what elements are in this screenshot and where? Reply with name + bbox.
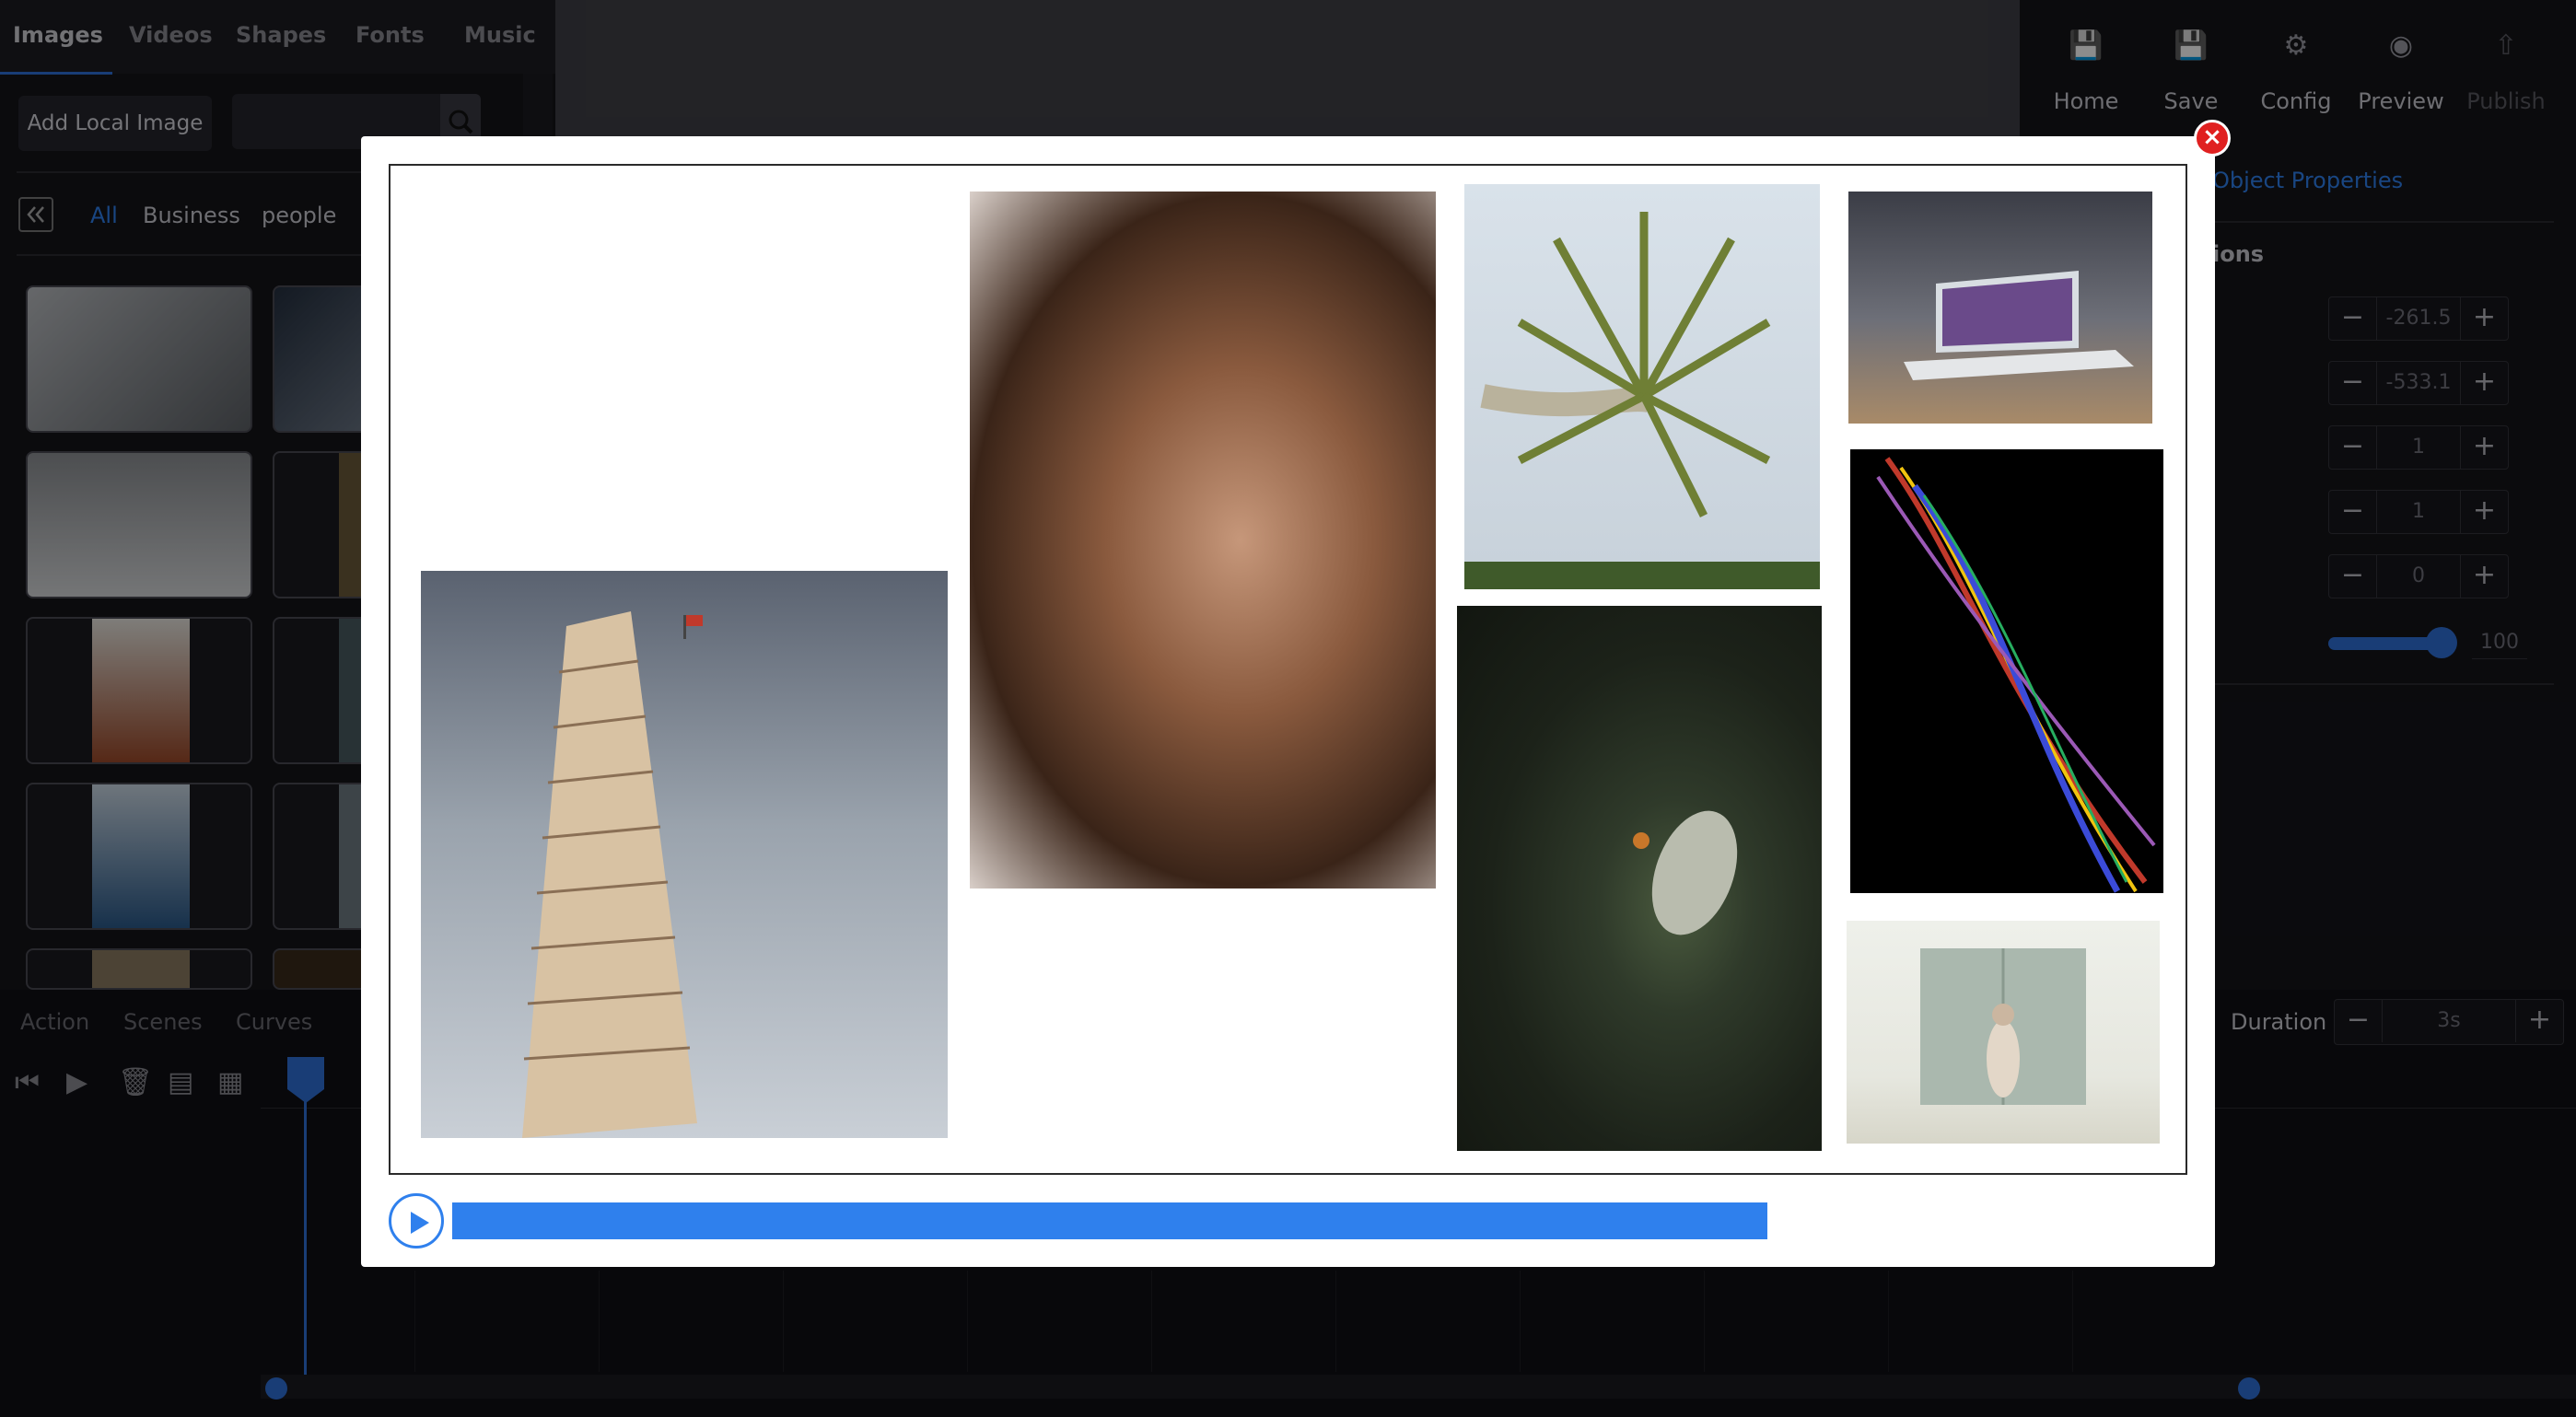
tower-illustration <box>522 611 703 1138</box>
flower-illustration <box>1633 810 1738 935</box>
leaning-tower-photo <box>421 571 948 1138</box>
laptop-illustration <box>1904 271 2134 380</box>
play-button[interactable] <box>389 1193 444 1249</box>
barn-woman-photo <box>1847 921 2160 1144</box>
barn-illustration <box>1920 948 2086 1105</box>
ladybug-flower-photo <box>1457 606 1822 1151</box>
woman-portrait-photo <box>970 192 1436 889</box>
play-icon <box>411 1212 429 1234</box>
palm-tree-photo <box>1464 184 1820 589</box>
light-trails-photo <box>1850 449 2163 893</box>
preview-stage <box>389 164 2187 1175</box>
light-trails-illustration <box>1876 457 2156 893</box>
preview-progress-bar[interactable] <box>452 1202 1767 1239</box>
palm-illustration <box>1464 212 1820 589</box>
close-modal-button[interactable]: × <box>2194 120 2231 157</box>
laptop-office-photo <box>1848 192 2152 424</box>
